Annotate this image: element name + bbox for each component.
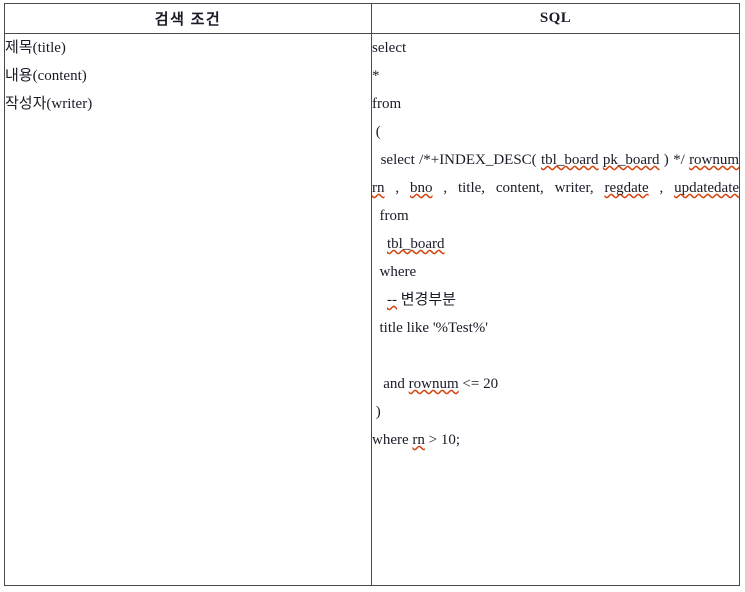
sql-token-misspelled: updatedate [674, 180, 740, 196]
condition-item-content: 내용(content) [5, 68, 87, 84]
sql-token-misspelled: regdate [604, 180, 649, 196]
sql-line: from [372, 96, 402, 112]
sql-token-misspelled: bno [409, 180, 433, 196]
sql-token-misspelled: rownum [689, 152, 740, 168]
sql-line: and rownum <= 20 [372, 376, 499, 392]
search-condition-sql-table: 검색 조건 SQL 제목(title) 내용(content) 작성자(writ… [4, 3, 740, 586]
sql-line: * [372, 68, 380, 84]
column-header-sql: SQL [371, 3, 740, 34]
sql-code-block: select * from ( select /*+INDEX_DESC( tbl_… [372, 34, 739, 454]
sql-line: where [372, 264, 417, 280]
sql-token: content, [495, 180, 544, 196]
sql-token: , [443, 180, 448, 196]
search-condition-cell: 제목(title) 내용(content) 작성자(writer) [4, 33, 372, 586]
condition-item-title: 제목(title) [5, 40, 66, 56]
table-body-row: 제목(title) 내용(content) 작성자(writer) select… [4, 33, 740, 586]
sql-token-misspelled: pk_board [602, 152, 660, 168]
sql-line: ) [372, 404, 381, 420]
document-root: 검색 조건 SQL 제목(title) 내용(content) 작성자(writ… [0, 0, 745, 592]
sql-token-misspelled: -- [387, 292, 397, 308]
sql-token: , [659, 180, 664, 196]
sql-token: writer, [554, 180, 594, 196]
sql-line: where rn > 10; [372, 432, 461, 448]
condition-item-writer: 작성자(writer) [5, 96, 93, 112]
sql-token: , [395, 180, 400, 196]
sql-token-misspelled: tbl_board [541, 152, 599, 168]
sql-line [372, 342, 739, 370]
column-header-condition: 검색 조건 [4, 3, 372, 34]
search-condition-list: 제목(title) 내용(content) 작성자(writer) [5, 34, 371, 118]
sql-token-misspelled: tbl_board [387, 236, 445, 252]
sql-token: select [372, 152, 415, 168]
sql-line: select [372, 40, 407, 56]
sql-line: tbl_board [372, 230, 739, 258]
sql-line: -- 변경부분 [387, 292, 456, 308]
sql-line: title like '%Test%' [372, 320, 489, 336]
sql-code-cell: select * from ( select /*+INDEX_DESC( tbl_… [371, 33, 740, 586]
sql-line: select /*+INDEX_DESC( tbl_board pk_board… [372, 146, 739, 202]
sql-token-misspelled: rn [412, 432, 425, 448]
sql-token: ) */ [663, 152, 685, 168]
sql-line: from [372, 208, 409, 224]
sql-token: title, [457, 180, 486, 196]
column-header-sql-text: SQL [539, 9, 572, 26]
table-header-row: 검색 조건 SQL [4, 3, 740, 34]
sql-token: /*+INDEX_DESC( [419, 152, 537, 168]
sql-token-misspelled: rownum [408, 376, 459, 392]
sql-line: ( [372, 124, 381, 140]
column-header-condition-text: 검색 조건 [154, 11, 222, 28]
sql-token-misspelled: rn [372, 180, 385, 196]
